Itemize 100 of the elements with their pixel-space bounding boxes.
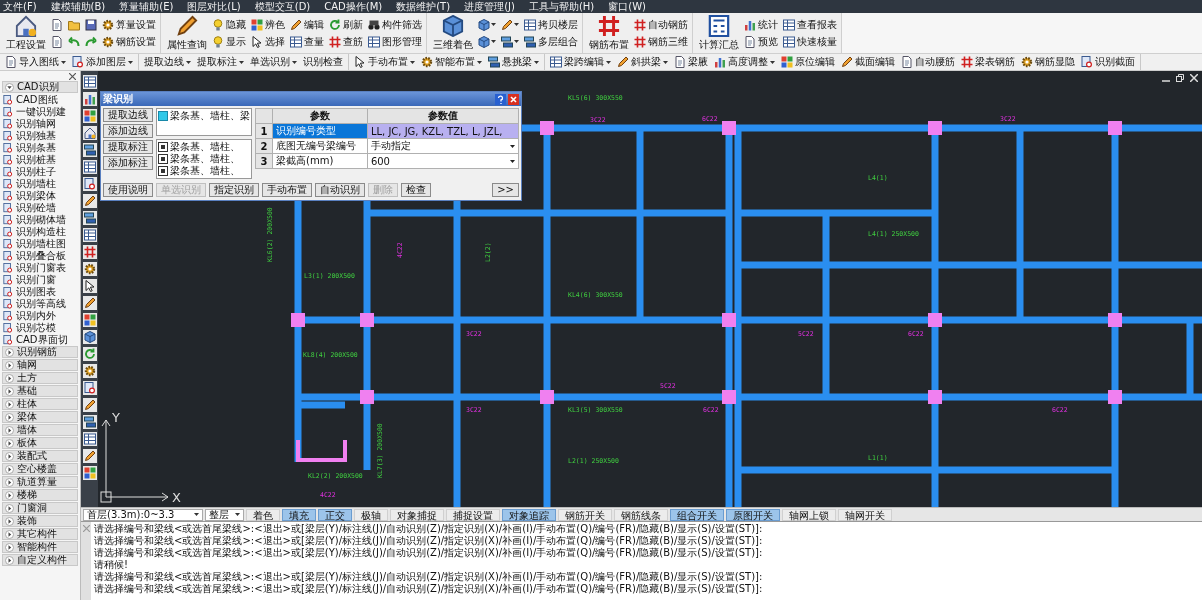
menu-item[interactable]: 窗口(W) [608, 0, 646, 13]
sidebar-item[interactable]: 一键识别建 [0, 106, 80, 118]
tool-button[interactable] [82, 279, 97, 293]
tool-button[interactable] [82, 449, 97, 463]
toolbar-button[interactable]: 识别截面 [1081, 55, 1135, 69]
ribbon-button[interactable]: 快速核量 [783, 34, 837, 49]
section-header[interactable]: 智能构件 [2, 541, 78, 553]
section-header[interactable]: CAD识别 [2, 81, 78, 93]
tool-button[interactable] [82, 466, 97, 480]
ribbon-button[interactable]: 查筋 [329, 34, 363, 49]
ribbon-button[interactable]: 辨色 [251, 17, 285, 32]
checkbox[interactable] [158, 166, 168, 176]
section-header[interactable]: 自定义构件 [2, 554, 78, 566]
scope-select[interactable]: 整层 [205, 508, 245, 521]
tool-button[interactable] [82, 126, 97, 140]
toggle-button[interactable]: 极轴 [354, 508, 389, 521]
menu-item[interactable]: 工具与帮助(H) [528, 0, 595, 13]
ribbon-button[interactable]: 选择 [251, 34, 285, 49]
sidebar-item[interactable]: 识别条基 [0, 142, 80, 154]
sidebar-item[interactable]: 识别墙柱 [0, 178, 80, 190]
sidebar-item[interactable]: 识别砌体墙 [0, 214, 80, 226]
sidebar-item[interactable]: 识别芯模 [0, 322, 80, 334]
menu-item[interactable]: CAD操作(M) [324, 0, 383, 13]
tool-button[interactable] [82, 364, 97, 378]
sidebar-item[interactable]: 识别图表 [0, 286, 80, 298]
close-icon[interactable] [69, 72, 76, 80]
ribbon-button[interactable]: 刷新 [329, 17, 363, 32]
ribbon-button[interactable]: 隐藏 [212, 17, 246, 32]
toggle-button[interactable]: 钢筋线条 [614, 508, 669, 521]
section-header[interactable]: 楼梯 [2, 489, 78, 501]
toggle-button[interactable]: 轴网开关 [838, 508, 893, 521]
tool-button[interactable] [82, 347, 97, 361]
caret-icon[interactable] [510, 159, 515, 163]
table-cell[interactable]: 梁截高(mm) [272, 153, 368, 169]
sidebar-item[interactable]: 识别独基 [0, 130, 80, 142]
sidebar-item[interactable]: 识别等高线 [0, 298, 80, 310]
dialog-button[interactable]: 添加标注 [103, 156, 153, 170]
sidebar-item[interactable]: 识别内外 [0, 310, 80, 322]
menu-item[interactable]: 模型交互(D) [254, 0, 311, 13]
section-header[interactable]: 墙体 [2, 424, 78, 436]
tool-button[interactable] [82, 381, 97, 395]
tool-button[interactable] [82, 143, 97, 157]
dialog-button[interactable]: 指定识别 [209, 183, 259, 197]
tool-button[interactable] [82, 432, 97, 446]
toolbar-button[interactable]: 添加图层 [72, 55, 133, 69]
toggle-button[interactable]: 对象追踪 [502, 508, 557, 521]
close-icon[interactable] [508, 93, 519, 105]
table-cell[interactable]: 底图无编号梁编号 [272, 138, 368, 154]
tool-button[interactable] [82, 92, 97, 106]
ribbon-button[interactable]: 算量设置 [102, 17, 156, 32]
value-cell[interactable]: 手动指定 [367, 138, 519, 154]
sidebar-item[interactable]: 识别轴网 [0, 118, 80, 130]
ribbon-button[interactable]: 属性查询 [165, 13, 209, 53]
tool-button[interactable] [82, 75, 97, 89]
icon-button[interactable] [478, 35, 496, 48]
icon-button[interactable] [85, 18, 97, 31]
ribbon-button[interactable]: 拷贝楼层 [524, 17, 578, 32]
menu-item[interactable]: 数据维护(T) [396, 0, 451, 13]
section-header[interactable]: 装配式 [2, 450, 78, 462]
ribbon-button[interactable]: 钢筋设置 [102, 34, 156, 49]
toolbar-button[interactable]: 手动布置 [354, 55, 415, 69]
menu-item[interactable]: 建模辅助(B) [50, 0, 106, 13]
menu-item[interactable]: 图层对比(L) [187, 0, 241, 13]
toolbar-button[interactable]: 截面编辑 [841, 55, 895, 69]
toolbar-button[interactable]: 梁跨编辑 [550, 55, 611, 69]
dialog-button[interactable]: 使用说明 [103, 183, 153, 197]
tool-button[interactable] [82, 262, 97, 276]
toolbar-button[interactable]: 悬挑梁 [488, 55, 539, 69]
toggle-button[interactable]: 填充 [282, 508, 317, 521]
toolbar-button[interactable]: 自动腰筋 [901, 55, 955, 69]
dialog-button[interactable]: 手动布置 [262, 183, 312, 197]
ribbon-button[interactable]: 图形管理 [368, 34, 422, 49]
checkbox[interactable] [158, 111, 168, 121]
section-header[interactable]: 识别钢筋 [2, 346, 78, 358]
tool-button[interactable] [82, 245, 97, 259]
sidebar-item[interactable]: 识别梁体 [0, 190, 80, 202]
tool-button[interactable] [82, 109, 97, 123]
help-icon[interactable] [495, 93, 506, 105]
menu-item[interactable]: 算量辅助(E) [119, 0, 174, 13]
toolbar-button[interactable]: 单选识别 [250, 55, 297, 69]
section-header[interactable]: 其它构件 [2, 528, 78, 540]
toolbar-button[interactable]: 提取边线 [144, 55, 191, 69]
dialog-button[interactable]: 检查 [401, 183, 431, 197]
tool-button[interactable] [82, 313, 97, 327]
toolbar-button[interactable]: 提取标注 [197, 55, 244, 69]
toolbar-button[interactable]: 梁表钢筋 [961, 55, 1015, 69]
sidebar-item[interactable]: CAD界面切 [0, 334, 80, 346]
ribbon-button[interactable]: 自动钢筋 [634, 17, 688, 32]
section-header[interactable]: 基础 [2, 385, 78, 397]
toolbar-button[interactable]: 识别检查 [303, 55, 343, 69]
toolbar-button[interactable]: 钢筋显隐 [1021, 55, 1075, 69]
dialog-button[interactable]: >> [492, 183, 519, 197]
ribbon-button[interactable]: 计算汇总 [697, 13, 741, 53]
ribbon-button[interactable]: 工程设置 [4, 13, 48, 53]
ribbon-button[interactable]: 编辑 [290, 17, 324, 32]
floor-select[interactable]: 首层(3.3m):0~3.3 [83, 508, 204, 521]
menu-item[interactable]: 进度管理(J) [464, 0, 515, 13]
tool-button[interactable] [82, 415, 97, 429]
section-header[interactable]: 板体 [2, 437, 78, 449]
toggle-button[interactable]: 捕捉设置 [446, 508, 501, 521]
